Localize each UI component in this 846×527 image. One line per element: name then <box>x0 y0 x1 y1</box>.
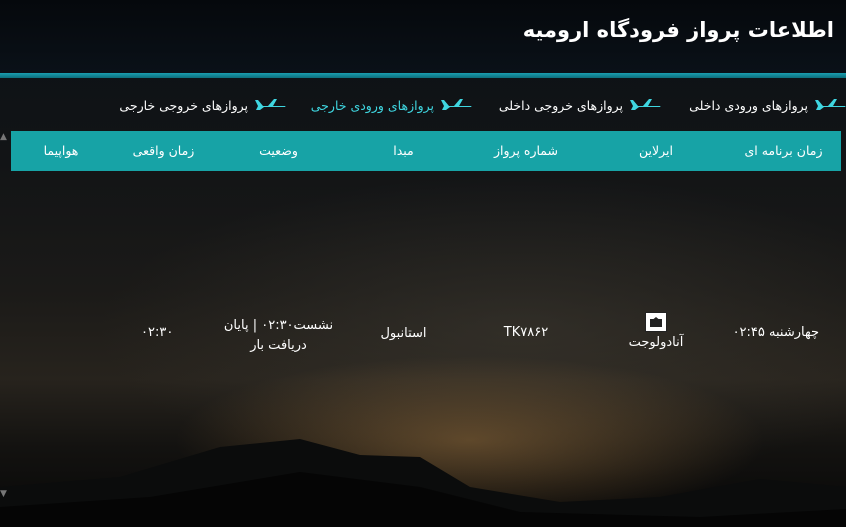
mountain-silhouette <box>0 439 846 527</box>
table-row[interactable]: چهارشنبه ۰۲:۴۵ آنادولوجت TK۷۸۶۲ استانبول… <box>11 300 841 370</box>
column-header-actual: زمان واقعی <box>132 143 195 158</box>
cell-origin: استانبول <box>380 326 427 341</box>
tab-label: پروازهای ورودی خارجی <box>310 97 434 113</box>
airline-logo-icon <box>645 312 667 332</box>
page-header: اطلاعات پرواز فرودگاه ارومیه <box>0 0 846 73</box>
column-header-aircraft: هواپیما <box>43 143 79 158</box>
column-header-flight-number: شماره پرواز <box>494 143 558 158</box>
scroll-up-icon[interactable]: ▲ <box>0 133 8 142</box>
column-header-scheduled: زمان برنامه ای <box>744 143 823 158</box>
status-line-1: نشست۰۲:۳۰ | پایان <box>223 318 334 333</box>
cell-scheduled: چهارشنبه ۰۲:۴۵ <box>732 325 819 340</box>
cell-actual: ۰۲:۳۰ <box>141 325 174 340</box>
status-line-2: دریافت بار <box>250 338 307 353</box>
cell-status: نشست۰۲:۳۰ | پایان دریافت بار <box>216 316 341 356</box>
tab-label: پروازهای ورودی داخلی <box>689 97 808 113</box>
tab-domestic-arrivals[interactable]: پروازهای ورودی داخلی <box>689 92 846 118</box>
column-header-origin: مبدا <box>393 143 414 158</box>
tab-label: پروازهای خروجی داخلی <box>498 97 623 113</box>
tab-label: پروازهای خروجی خارجی <box>119 97 248 113</box>
flight-tabs: پروازهای ورودی داخلی پروازهای خروجی داخل… <box>0 92 846 118</box>
plane-icon <box>255 99 286 110</box>
plane-icon <box>815 99 846 110</box>
header-divider <box>0 73 846 78</box>
plane-icon <box>630 99 661 110</box>
tab-international-arrivals[interactable]: پروازهای ورودی خارجی <box>311 92 472 118</box>
plane-icon <box>441 99 472 110</box>
column-header-airline: ایرلاین <box>639 143 673 158</box>
tab-international-departures[interactable]: پروازهای خروجی خارجی <box>119 92 286 118</box>
page-title: اطلاعات پرواز فرودگاه ارومیه <box>522 18 834 42</box>
airline-name: آنادولوجت <box>628 335 684 350</box>
column-header-status: وضعیت <box>259 143 298 158</box>
tab-domestic-departures[interactable]: پروازهای خروجی داخلی <box>499 92 661 118</box>
table-header: زمان برنامه ای ایرلاین شماره پرواز مبدا … <box>11 131 841 171</box>
cell-airline: آنادولوجت <box>586 312 726 350</box>
scroll-down-icon[interactable]: ▼ <box>0 490 8 499</box>
cell-flight-number: TK۷۸۶۲ <box>503 325 549 340</box>
